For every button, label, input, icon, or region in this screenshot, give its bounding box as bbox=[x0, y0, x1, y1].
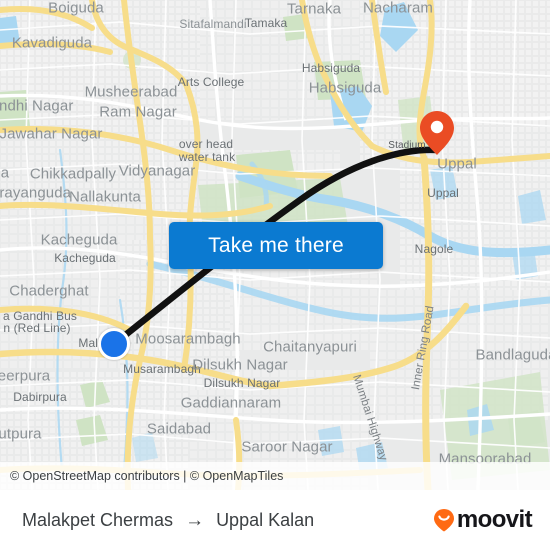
moovit-wordmark: moovit bbox=[456, 506, 533, 533]
map-canvas[interactable]: Boiguda Tarnaka Nacharam Sitafalmandi Tamaka… bbox=[0, 0, 550, 490]
route-summary: Malakpet Chermas → Uppal Kalan bbox=[22, 510, 314, 531]
map-attribution: © OpenStreetMap contributors | © OpenMap… bbox=[0, 462, 550, 490]
moovit-logo[interactable]: moovit bbox=[433, 506, 533, 533]
footer-bar: Malakpet Chermas → Uppal Kalan moovit bbox=[0, 490, 550, 550]
route-destination-label: Uppal Kalan bbox=[216, 509, 315, 530]
origin-marker[interactable] bbox=[98, 328, 130, 360]
arrow-right-icon: → bbox=[185, 509, 205, 531]
moovit-pin-icon bbox=[433, 509, 454, 532]
route-origin-label: Malakpet Chermas bbox=[22, 509, 174, 530]
take-me-there-button[interactable]: Take me there bbox=[169, 222, 383, 269]
destination-marker[interactable] bbox=[419, 110, 455, 161]
moovit-map-screen: Boiguda Tarnaka Nacharam Sitafalmandi Tamaka… bbox=[0, 0, 550, 550]
attribution-text[interactable]: © OpenStreetMap contributors | © OpenMap… bbox=[10, 469, 283, 483]
map-pin-icon bbox=[420, 111, 454, 155]
